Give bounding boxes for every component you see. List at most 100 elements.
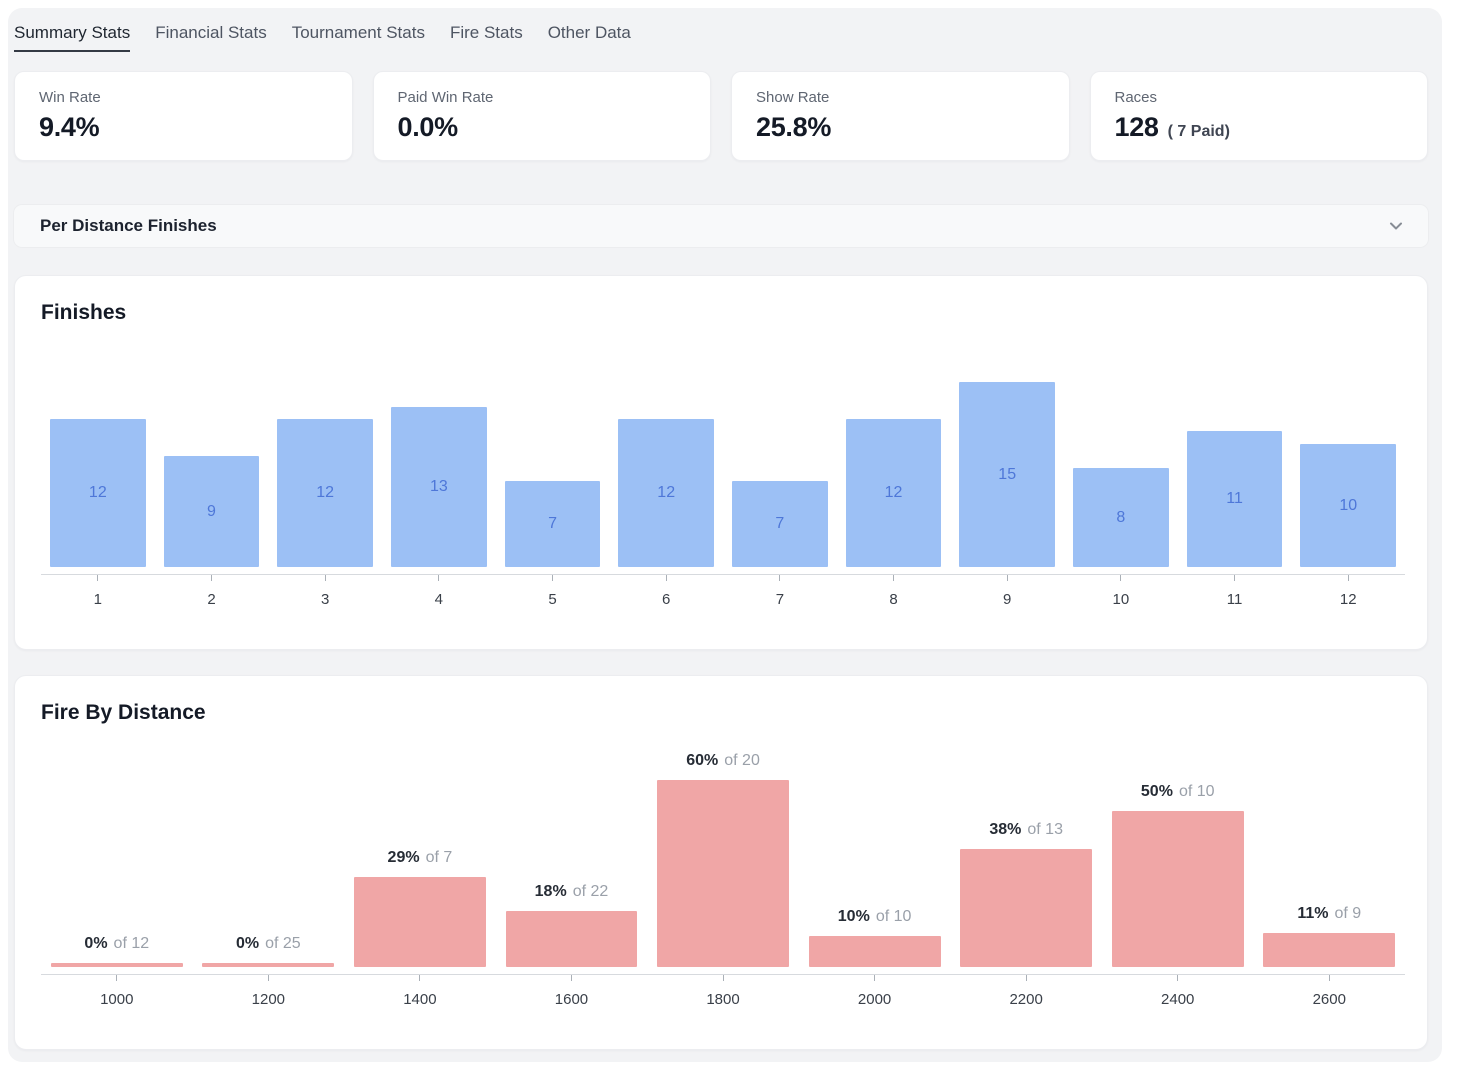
finishes-bar-value-label: 7 <box>775 515 784 533</box>
finishes-bar-value-label: 7 <box>548 515 557 533</box>
finishes-bar-value-label: 13 <box>430 478 448 496</box>
axis-label: 1400 <box>403 991 436 1008</box>
fire-axis-col: 2200 <box>950 975 1102 1008</box>
finishes-bar-group: 11 <box>1178 329 1292 567</box>
stat-card-win-rate: Win Rate 9.4% <box>14 71 353 161</box>
fire-bar <box>809 936 941 967</box>
fire-bar-group: 0%of 12 <box>41 729 193 967</box>
stat-card-paid-win-rate: Paid Win Rate0.0% <box>373 71 712 161</box>
fire-axis-col: 1400 <box>344 975 496 1008</box>
axis-tick <box>552 575 553 581</box>
axis-tick <box>116 975 117 981</box>
finishes-bar: 7 <box>732 481 827 567</box>
fire-bar <box>1112 811 1244 967</box>
fire-axis-col: 2600 <box>1254 975 1406 1008</box>
stat-card-races: Races128( 7 Paid) <box>1090 71 1429 161</box>
fire-bar-value-label: 38%of 13 <box>989 821 1063 839</box>
fire-bar-group: 11%of 9 <box>1254 729 1406 967</box>
fire-bar-group: 10%of 10 <box>799 729 951 967</box>
fire-bar-value-label: 11%of 9 <box>1297 905 1361 923</box>
axis-tick <box>1177 975 1178 981</box>
tab-fire-stats[interactable]: Fire Stats <box>450 23 523 50</box>
fire-axis-col: 1800 <box>647 975 799 1008</box>
finishes-bar: 7 <box>505 481 600 567</box>
finishes-axis-col: 3 <box>268 575 382 608</box>
stat-value: 128 <box>1115 112 1159 143</box>
finishes-axis-col: 9 <box>950 575 1064 608</box>
finishes-axis-col: 2 <box>155 575 269 608</box>
tab-financial-stats[interactable]: Financial Stats <box>155 23 267 50</box>
finishes-bar-group: 7 <box>723 329 837 567</box>
fire-axis-col: 1200 <box>193 975 345 1008</box>
finishes-bar-group: 13 <box>382 329 496 567</box>
fire-bar-group: 50%of 10 <box>1102 729 1254 967</box>
axis-label: 12 <box>1340 591 1357 608</box>
finishes-bar: 10 <box>1300 444 1395 567</box>
fire-by-distance-card: Fire By Distance 0%of 120%of 2529%of 7 18… <box>14 675 1428 1050</box>
stat-value: 0.0% <box>398 112 458 143</box>
finishes-bar-group: 15 <box>950 329 1064 567</box>
axis-label: 1 <box>94 591 102 608</box>
finishes-bar-value-label: 11 <box>1226 490 1243 508</box>
axis-label: 11 <box>1227 591 1243 608</box>
tab-other-data[interactable]: Other Data <box>548 23 631 50</box>
finishes-bar-value-label: 12 <box>657 484 675 502</box>
finishes-bar-value-label: 9 <box>207 503 216 521</box>
fire-bar <box>202 963 334 967</box>
axis-label: 1000 <box>100 991 133 1008</box>
axis-tick <box>1007 575 1008 581</box>
finishes-axis-col: 5 <box>496 575 610 608</box>
stat-label: Show Rate <box>756 89 1045 106</box>
stat-value: 9.4% <box>39 112 99 143</box>
axis-tick <box>325 575 326 581</box>
axis-tick <box>571 975 572 981</box>
finishes-bar-value-label: 12 <box>89 484 107 502</box>
fire-bar-value-label: 18%of 22 <box>535 883 609 901</box>
finishes-bar-group: 12 <box>837 329 951 567</box>
tab-tournament-stats[interactable]: Tournament Stats <box>292 23 425 50</box>
finishes-x-axis: 123456789101112 <box>41 575 1405 608</box>
fire-axis-col: 2400 <box>1102 975 1254 1008</box>
axis-tick <box>1026 975 1027 981</box>
fire-bar <box>51 963 183 967</box>
fire-bar-group: 0%of 25 <box>193 729 345 967</box>
finishes-bar: 13 <box>391 407 486 567</box>
finishes-bar-value-label: 10 <box>1339 497 1357 515</box>
fire-bar <box>960 849 1092 967</box>
finishes-bar: 12 <box>50 419 145 567</box>
stat-label: Win Rate <box>39 89 328 106</box>
axis-tick <box>1234 575 1235 581</box>
axis-label: 7 <box>776 591 784 608</box>
finishes-axis-col: 7 <box>723 575 837 608</box>
finishes-bar-group: 12 <box>41 329 155 567</box>
axis-tick <box>438 575 439 581</box>
fire-bar <box>657 780 789 967</box>
axis-tick <box>419 975 420 981</box>
axis-label: 2600 <box>1313 991 1346 1008</box>
fire-bar-group: 60%of 20 <box>647 729 799 967</box>
finishes-bar: 12 <box>277 419 372 567</box>
fire-chart-title: Fire By Distance <box>41 701 1405 725</box>
finishes-axis-col: 1 <box>41 575 155 608</box>
finishes-axis-col: 6 <box>609 575 723 608</box>
finishes-plot: 12912137127121581110 <box>41 329 1405 575</box>
fire-bar-group: 29%of 7 <box>344 729 496 967</box>
fire-bar-group: 18%of 22 <box>496 729 648 967</box>
finishes-bar-group: 12 <box>268 329 382 567</box>
axis-tick <box>1329 975 1330 981</box>
finishes-bar-group: 12 <box>609 329 723 567</box>
finishes-bar-group: 7 <box>496 329 610 567</box>
axis-label: 5 <box>548 591 556 608</box>
finishes-bar: 12 <box>618 419 713 567</box>
fire-bar-value-label: 60%of 20 <box>686 752 760 770</box>
stat-cards-row: Win Rate9.4%Paid Win Rate0.0%Show Rate25… <box>14 71 1428 161</box>
tab-summary-stats[interactable]: Summary Stats <box>14 23 130 52</box>
axis-label: 8 <box>889 591 897 608</box>
finishes-card: Finishes 12912137127121581110 1234567891… <box>14 275 1428 650</box>
finishes-bar-group: 10 <box>1291 329 1405 567</box>
per-distance-finishes-header[interactable]: Per Distance Finishes <box>14 205 1428 247</box>
axis-label: 2200 <box>1009 991 1042 1008</box>
tab-bar: Summary Stats Financial Stats Tournament S… <box>14 23 1428 65</box>
axis-tick <box>874 975 875 981</box>
finishes-axis-col: 8 <box>837 575 951 608</box>
